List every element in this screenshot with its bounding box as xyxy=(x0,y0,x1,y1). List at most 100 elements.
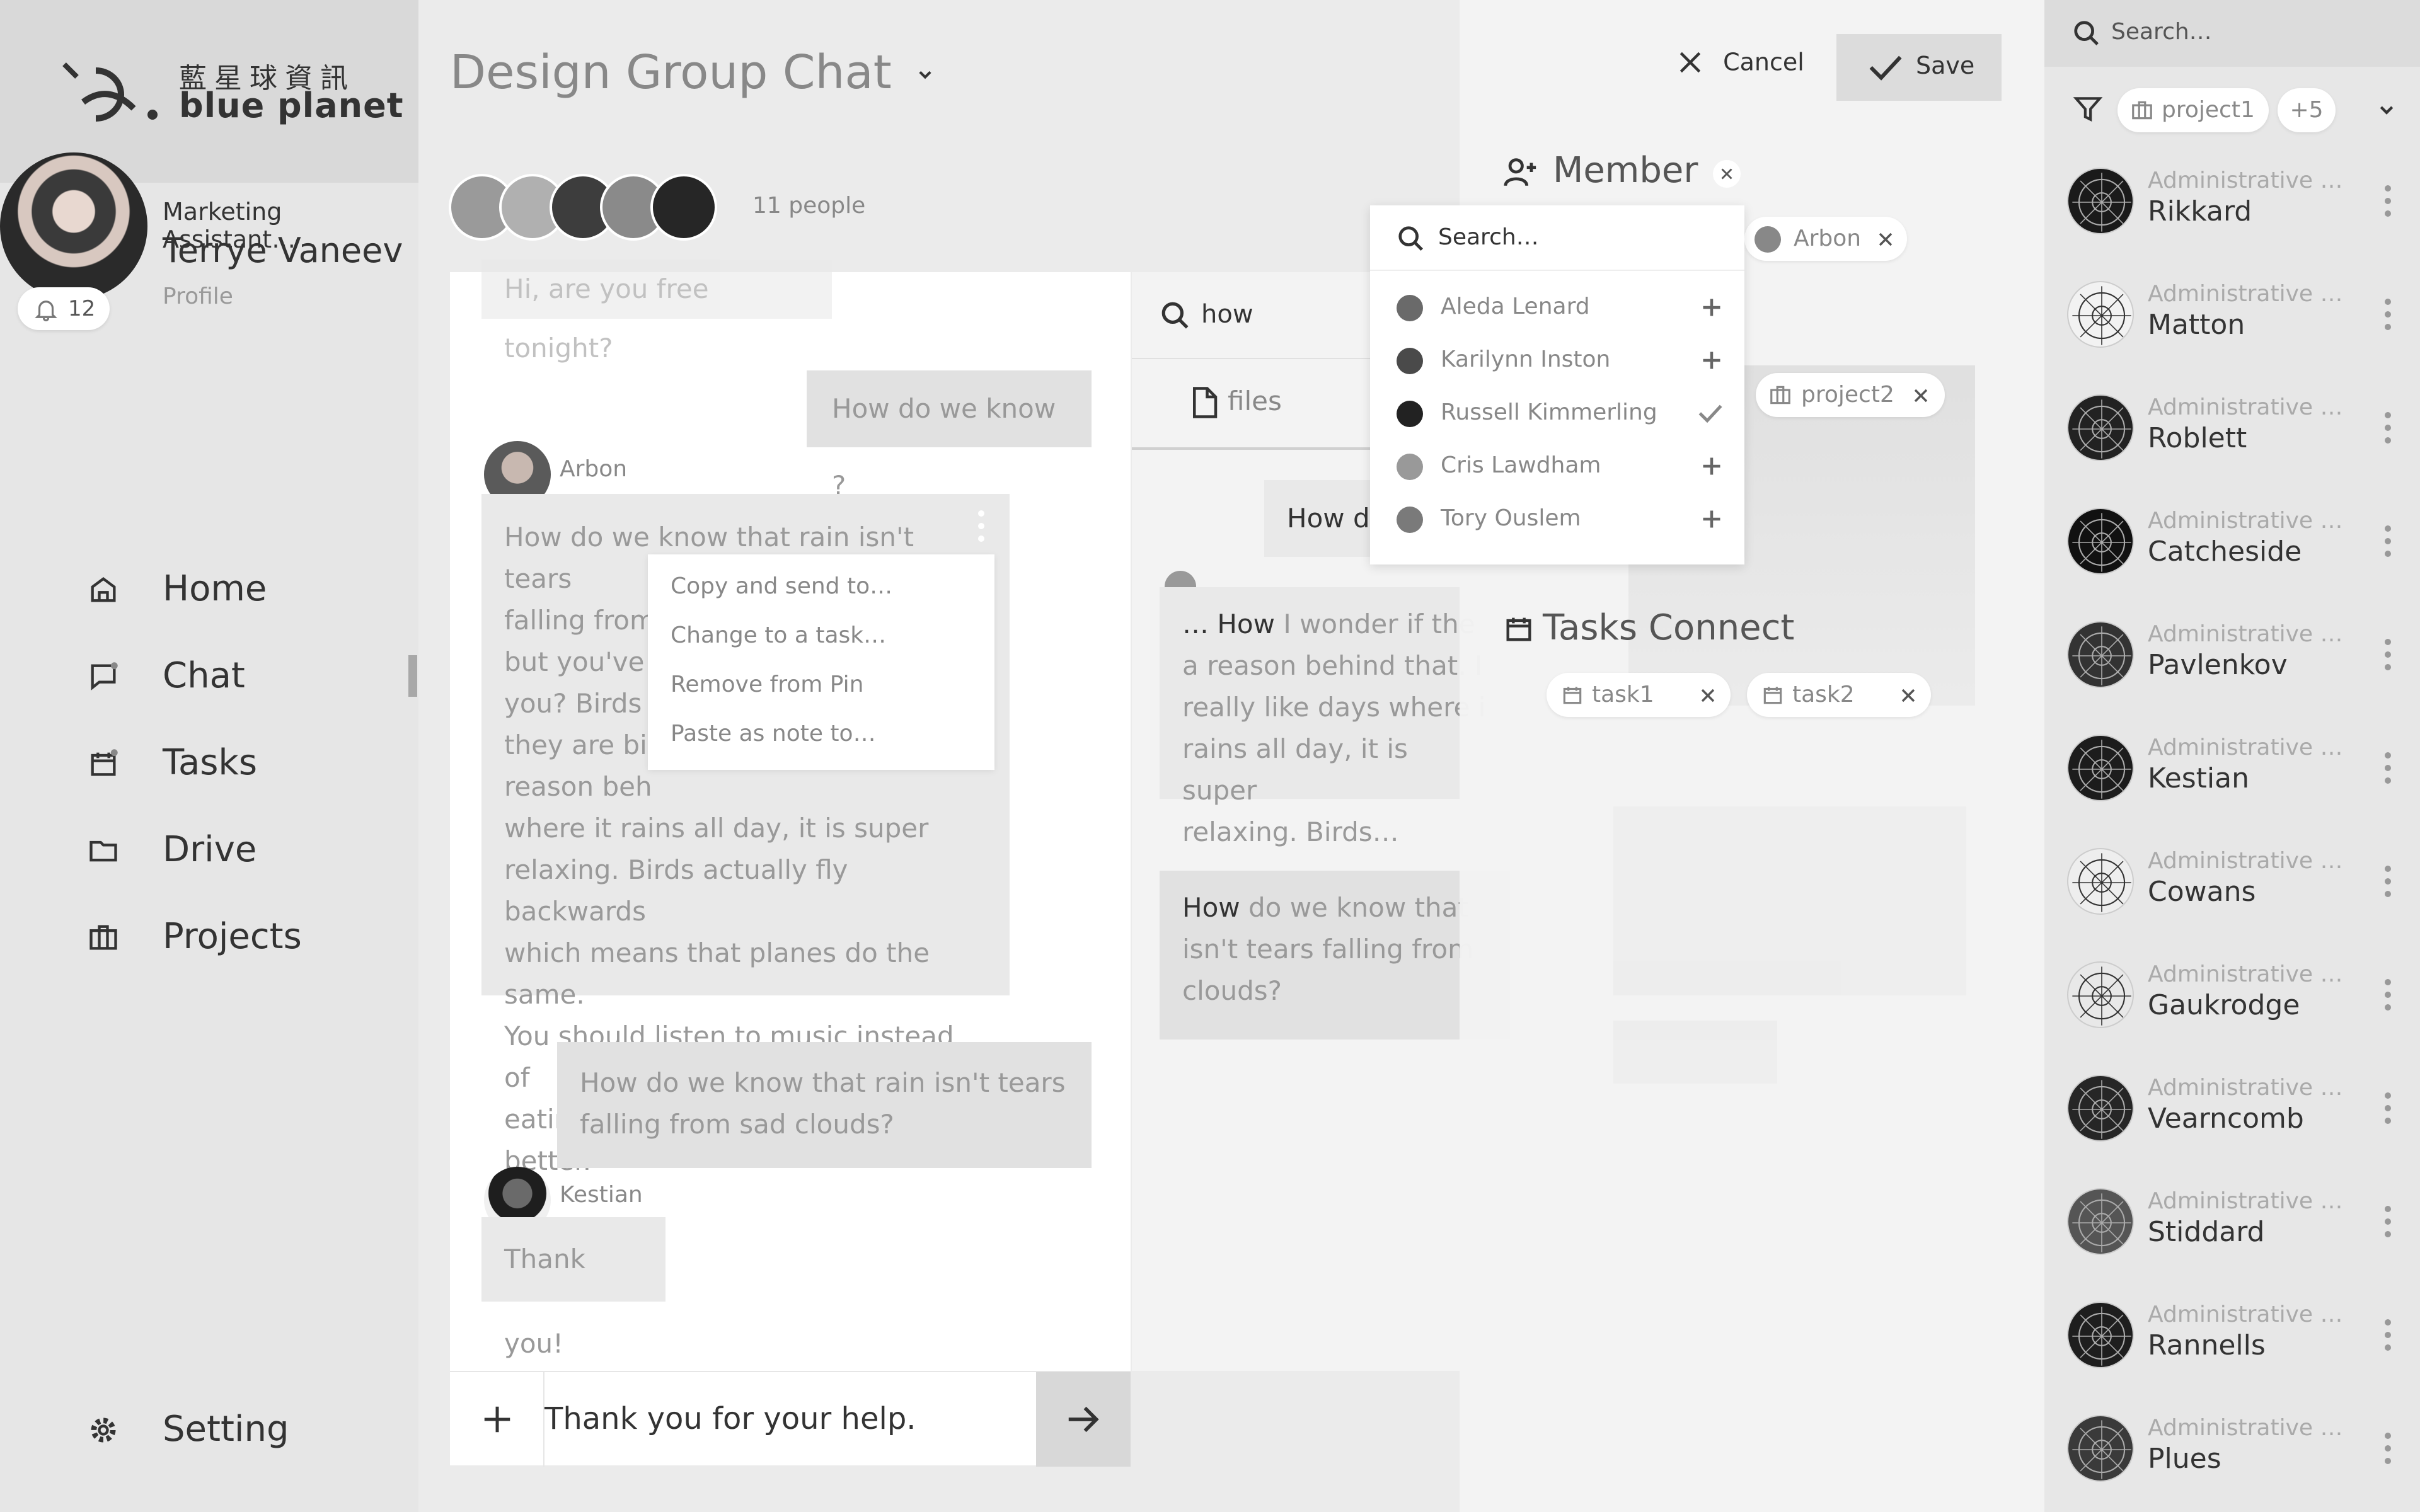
search-query: how xyxy=(1201,300,1253,329)
chip-label: task1 xyxy=(1592,682,1654,707)
menu-item-paste-note[interactable]: Paste as note to… xyxy=(671,721,876,747)
member-chip[interactable]: Arbon xyxy=(1744,217,1907,261)
contact-name: Roblett xyxy=(2148,422,2247,454)
contact-item[interactable]: Administrative O… Rannells xyxy=(2044,1283,2420,1396)
message-bubble[interactable]: How do we know that rain isn't tears fal… xyxy=(557,1042,1092,1168)
nav-chat[interactable]: Chat xyxy=(82,648,397,704)
notification-badge[interactable]: 12 xyxy=(18,287,110,330)
cancel-button[interactable]: Cancel xyxy=(1676,47,1804,76)
kebab-menu-icon[interactable] xyxy=(2385,639,2394,677)
bell-icon xyxy=(33,296,59,323)
add-attachment-button[interactable] xyxy=(450,1372,544,1467)
more-filters-chip[interactable]: +5 xyxy=(2278,88,2336,132)
sidebar-scrollbar[interactable] xyxy=(408,655,417,697)
member-search-input[interactable]: Search… xyxy=(1370,205,1744,271)
message-line: where it rains all day, it is super xyxy=(504,813,929,844)
chat-title[interactable]: Design Group Chat xyxy=(450,45,934,100)
kebab-menu-icon[interactable] xyxy=(2385,1319,2394,1357)
avatar xyxy=(2067,281,2134,348)
check-icon[interactable] xyxy=(1698,402,1723,425)
contact-item[interactable]: Administrative O… Cowans xyxy=(2044,829,2420,942)
member-name: Aleda Lenard xyxy=(1441,294,1590,319)
check-icon xyxy=(1868,52,1903,83)
nav-projects[interactable]: Projects xyxy=(82,908,397,965)
message-bubble[interactable]: Thank you! xyxy=(481,1217,666,1359)
kebab-menu-icon[interactable] xyxy=(2385,185,2394,223)
contact-item[interactable]: Administrative O… Catcheside xyxy=(2044,489,2420,602)
profile-link[interactable]: Profile xyxy=(163,284,233,309)
kebab-menu-icon[interactable] xyxy=(2385,412,2394,450)
plus-icon[interactable] xyxy=(1700,296,1723,319)
filter-chip[interactable]: project1 xyxy=(2118,88,2269,132)
task-chip[interactable]: task2 xyxy=(1747,673,1931,717)
avatar xyxy=(1397,507,1423,533)
contact-item[interactable]: Administrative O… Roblett xyxy=(2044,375,2420,489)
contact-item[interactable]: Administrative O… Plues xyxy=(2044,1396,2420,1509)
message-input[interactable]: Thank you for your help. xyxy=(544,1401,916,1436)
plus-icon[interactable] xyxy=(1700,508,1723,530)
kebab-menu-icon[interactable] xyxy=(2385,299,2394,336)
kebab-menu-icon[interactable] xyxy=(2385,1206,2394,1244)
highlight: How xyxy=(1182,892,1240,923)
kebab-menu-icon[interactable] xyxy=(2385,1433,2394,1470)
avatar[interactable] xyxy=(650,174,717,241)
menu-item-change-task[interactable]: Change to a task… xyxy=(671,622,886,648)
plus-icon[interactable] xyxy=(1700,455,1723,478)
message-bubble[interactable]: Hi, are you free tonight? xyxy=(481,260,832,364)
member-option[interactable]: Aleda Lenard xyxy=(1370,281,1744,334)
contact-item[interactable]: Administrative O… Pavlenkov xyxy=(2044,602,2420,716)
close-icon[interactable] xyxy=(1878,232,1893,247)
contact-item[interactable]: Administrative O… Kestian xyxy=(2044,716,2420,829)
contact-item[interactable]: Administrative O… Matton xyxy=(2044,262,2420,375)
member-option[interactable]: Russell Kimmerling xyxy=(1370,387,1744,440)
nav-tasks[interactable]: Tasks xyxy=(82,735,397,791)
kebab-menu-icon[interactable] xyxy=(2385,525,2394,563)
contacts-search-input[interactable]: Search… xyxy=(2044,0,2420,67)
send-button[interactable] xyxy=(1036,1372,1131,1467)
save-button[interactable]: Save xyxy=(1836,34,2002,101)
nav-drive[interactable]: Drive xyxy=(82,822,397,878)
contact-name: Vearncomb xyxy=(2148,1102,2304,1135)
member-option[interactable]: Karilynn Inston xyxy=(1370,334,1744,387)
close-icon[interactable] xyxy=(1913,388,1928,403)
avatar xyxy=(2067,735,2134,801)
close-icon[interactable] xyxy=(1901,688,1916,703)
task-chip[interactable]: task1 xyxy=(1547,673,1731,717)
nav-home[interactable]: Home xyxy=(82,561,397,617)
contact-item[interactable]: Administrative O… Stiddard xyxy=(2044,1169,2420,1283)
kebab-menu-icon[interactable] xyxy=(978,510,984,548)
kebab-menu-icon[interactable] xyxy=(2385,866,2394,903)
contact-item[interactable]: Administrative O… Rikkard xyxy=(2044,149,2420,262)
menu-item-remove-pin[interactable]: Remove from Pin xyxy=(671,672,864,697)
menu-item-copy-send[interactable]: Copy and send to… xyxy=(671,573,892,599)
member-option[interactable]: Tory Ouslem xyxy=(1370,493,1744,546)
kebab-menu-icon[interactable] xyxy=(2385,752,2394,790)
message-bubble[interactable]: How do we know ? xyxy=(807,370,1092,501)
kebab-menu-icon[interactable] xyxy=(2385,979,2394,1017)
contact-item[interactable]: Administrative O… Gaukrodge xyxy=(2044,942,2420,1056)
avatar xyxy=(2067,961,2134,1028)
card-text-block xyxy=(1613,806,1966,995)
avatar xyxy=(2067,1302,2134,1368)
nav-setting[interactable]: Setting xyxy=(82,1401,397,1458)
project-chip[interactable]: project2 xyxy=(1756,373,1945,417)
close-icon[interactable] xyxy=(1700,688,1715,703)
avatar xyxy=(2067,848,2134,915)
home-icon xyxy=(87,573,120,606)
user-avatar[interactable] xyxy=(0,152,147,300)
result-line: clouds? xyxy=(1182,975,1282,1006)
result-bubble[interactable]: How do we know that isn't tears falling … xyxy=(1160,871,1510,1040)
filter-icon[interactable] xyxy=(2072,93,2104,125)
member-option[interactable]: Cris Lawdham xyxy=(1370,440,1744,493)
tab-files[interactable]: files xyxy=(1228,386,1282,416)
kebab-menu-icon[interactable] xyxy=(2385,1092,2394,1130)
plus-icon[interactable] xyxy=(1700,349,1723,372)
tasks-connect-title: Tasks Connect xyxy=(1543,607,1795,648)
contacts-list: Administrative O… Rikkard Administrative O… xyxy=(2044,149,2420,1512)
result-bubble[interactable]: … How I wonder if the a reason behind th… xyxy=(1160,587,1510,847)
contact-item[interactable]: Administrative O… Vearncomb xyxy=(2044,1056,2420,1169)
avatar xyxy=(2067,394,2134,461)
member-close-button[interactable] xyxy=(1713,160,1741,188)
people-count[interactable]: 11 people xyxy=(752,193,865,219)
chevron-down-icon[interactable] xyxy=(2377,101,2396,120)
